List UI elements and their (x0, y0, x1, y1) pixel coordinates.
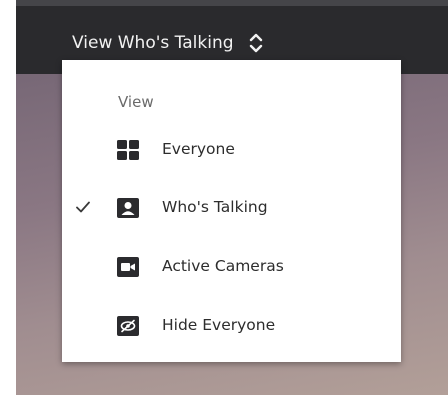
menu-item-everyone[interactable]: Everyone (62, 132, 401, 168)
checkmark-icon (76, 201, 90, 213)
check-slot (62, 190, 102, 226)
menu-item-label: Everyone (162, 140, 235, 158)
menu-heading: View (118, 93, 154, 111)
check-slot (62, 308, 102, 344)
menu-item-hide-everyone[interactable]: Hide Everyone (62, 308, 401, 344)
check-slot (62, 132, 102, 168)
up-down-chevron-icon (249, 33, 262, 53)
app-window: View Who's Talking View Everyone Who's T… (0, 0, 448, 407)
menu-item-active-cameras[interactable]: Active Cameras (62, 249, 401, 285)
camera-icon (117, 257, 139, 277)
menu-item-label: Active Cameras (162, 257, 284, 275)
view-dropdown-menu: View Everyone Who's Talking Active Camer… (62, 60, 401, 362)
menu-item-label: Who's Talking (162, 198, 268, 216)
speaker-person-icon (117, 198, 139, 218)
menu-item-whos-talking[interactable]: Who's Talking (62, 190, 401, 226)
hide-icon (117, 316, 139, 336)
check-slot (62, 249, 102, 285)
menu-item-label: Hide Everyone (162, 316, 276, 334)
view-selector-label: View Who's Talking (72, 33, 234, 53)
view-selector-button[interactable]: View Who's Talking (72, 28, 264, 58)
grid-icon (117, 140, 139, 160)
